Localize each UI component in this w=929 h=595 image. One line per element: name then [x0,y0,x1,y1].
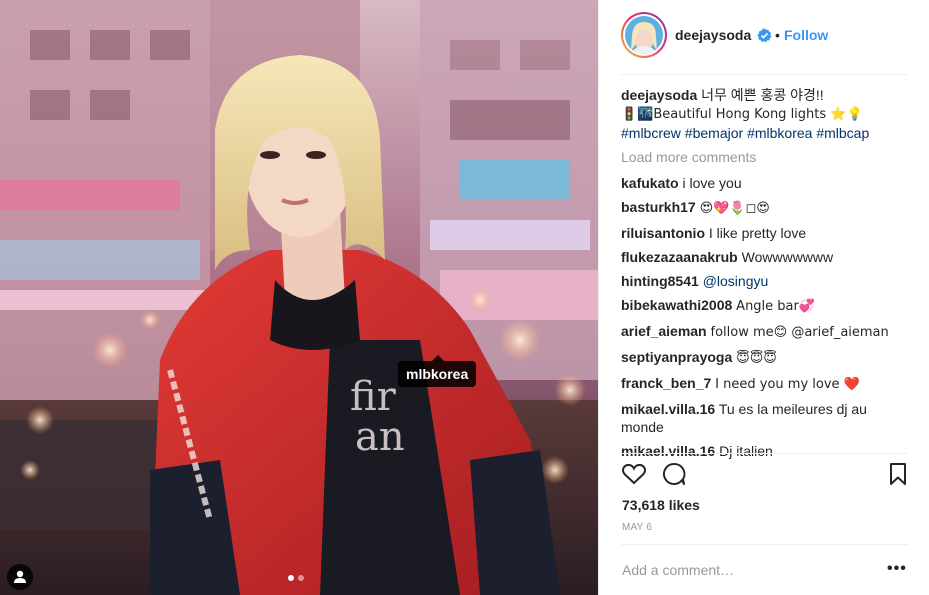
comment-item: hinting8541 @losingyu [621,272,909,290]
comment-mention[interactable]: @losingyu [703,273,769,289]
comment-username[interactable]: franck_ben_7 [621,375,711,391]
post-photo[interactable]: fir an mlbkorea [0,0,598,595]
comment-item: basturkh17 😍💖🌷◻😍 [621,198,909,218]
comment-bubble-icon[interactable] [661,461,687,487]
comment-text: 😇😇😇 [736,351,777,366]
caption-username[interactable]: deejaysoda [621,87,697,103]
comment-username[interactable]: hinting8541 [621,273,699,289]
carousel-dot [298,575,304,581]
add-comment-input[interactable]: Add a comment… [622,562,734,578]
comment-item: arief_aieman follow me😊 @arief_aieman [621,322,909,342]
header-username[interactable]: deejaysoda [675,27,751,43]
comment-username[interactable]: mikael.villa.16 [621,401,715,417]
comment-item: bibekawathi2008 Angle bar💞 [621,296,909,316]
hashtag-link[interactable]: #mlbcap [816,125,869,141]
post-header: deejaysoda • Follow [599,0,929,74]
photo-scene: fir an [0,0,598,595]
comment-item: kafukato i love you [621,174,909,192]
carousel-indicator [288,575,304,581]
user-tags-button[interactable] [7,564,33,590]
header-divider [621,74,908,75]
comment-username[interactable]: kafukato [621,175,679,191]
hashtag-link[interactable]: #mlbcrew [621,125,681,141]
post-actions [621,461,911,491]
actions-divider [621,453,908,454]
comment-item: septiyanprayoga 😇😇😇 [621,348,909,368]
comment-text: I need you my love ❤️ [715,377,860,392]
avatar-image [625,16,663,54]
heart-icon[interactable] [621,461,647,487]
caption-line-2: 🚦🌃Beautiful Hong Kong lights ⭐️💡 [621,107,863,122]
photo-user-tag[interactable]: mlbkorea [398,355,477,387]
comment-text: I like pretty love [708,225,807,241]
comment-text: 😍💖🌷◻😍 [699,201,770,216]
svg-text:an: an [355,414,405,460]
comment-box-divider [621,544,908,545]
bookmark-icon[interactable] [885,461,911,487]
post-date: MAY 6 [622,522,653,533]
comments-list: deejaysoda 너무 예쁜 홍콩 야경!! 🚦🌃Beautiful Hon… [621,86,909,466]
more-options-button[interactable]: ••• [887,560,907,578]
post-caption: deejaysoda 너무 예쁜 홍콩 야경!! 🚦🌃Beautiful Hon… [621,86,909,142]
verified-badge-icon [757,28,772,43]
post-side-panel: deejaysoda • Follow deejaysoda 너무 예쁜 홍콩 … [598,0,929,595]
comment-username[interactable]: flukezazaanakrub [621,249,738,265]
avatar[interactable] [621,12,667,58]
comment-item: franck_ben_7 I need you my love ❤️ [621,374,909,394]
comment-item: flukezazaanakrub Wowwwwwww [621,248,909,266]
comment-username[interactable]: riluisantonio [621,225,705,241]
comment-username[interactable]: mikael.villa.16 [621,443,715,459]
comment-text: Angle bar💞 [736,299,816,314]
likes-count[interactable]: 73,618 likes [622,497,700,513]
comment-text: Dj italien [719,443,773,459]
comment-username[interactable]: bibekawathi2008 [621,297,732,313]
comment-item: mikael.villa.16 Tu es la meileures dj au… [621,400,909,436]
carousel-dot-active [288,575,294,581]
comment-text: follow me😊 @arief_aieman [710,325,889,340]
comment-username[interactable]: arief_aieman [621,323,707,339]
comment-text: i love you [682,175,742,191]
hashtag-link[interactable]: #mlbkorea [747,125,812,141]
comment-item: riluisantonio I like pretty love [621,224,909,242]
comment-username[interactable]: septiyanprayoga [621,349,732,365]
header-separator: • [775,27,780,43]
comment-text: Wowwwwwww [741,249,834,265]
follow-button[interactable]: Follow [784,27,828,43]
hashtag-link[interactable]: #bemajor [685,125,743,141]
user-tag-icon [14,570,26,583]
load-more-comments-button[interactable]: Load more comments [621,148,909,166]
comment-item: mikael.villa.16 Dj italien [621,442,909,460]
comment-username[interactable]: basturkh17 [621,199,696,215]
caption-line-1: 너무 예쁜 홍콩 야경!! [701,87,824,103]
